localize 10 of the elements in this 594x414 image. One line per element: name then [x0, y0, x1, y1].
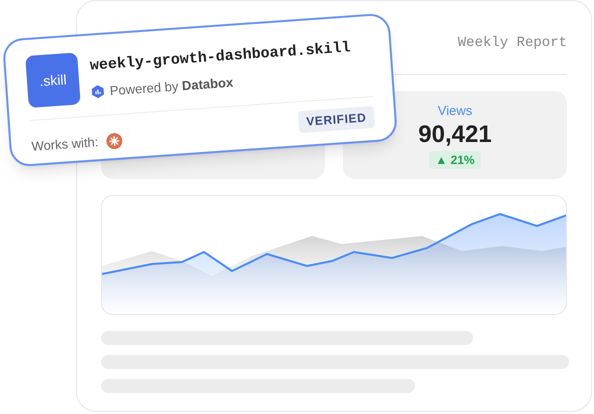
- report-title: Weekly Report: [458, 34, 567, 53]
- powered-by-text: Powered by Databox: [109, 73, 234, 100]
- verified-badge: VERIFIED: [298, 106, 376, 133]
- bar-chart-icon: [91, 84, 104, 98]
- change-badge: ▲ 21%: [429, 150, 481, 169]
- works-with-label: Works with:: [30, 133, 99, 156]
- skill-badge: .skill: [25, 52, 81, 108]
- stat-value: 90,421: [418, 120, 492, 149]
- stat-label: Views: [438, 102, 472, 120]
- starburst-icon: [106, 132, 123, 150]
